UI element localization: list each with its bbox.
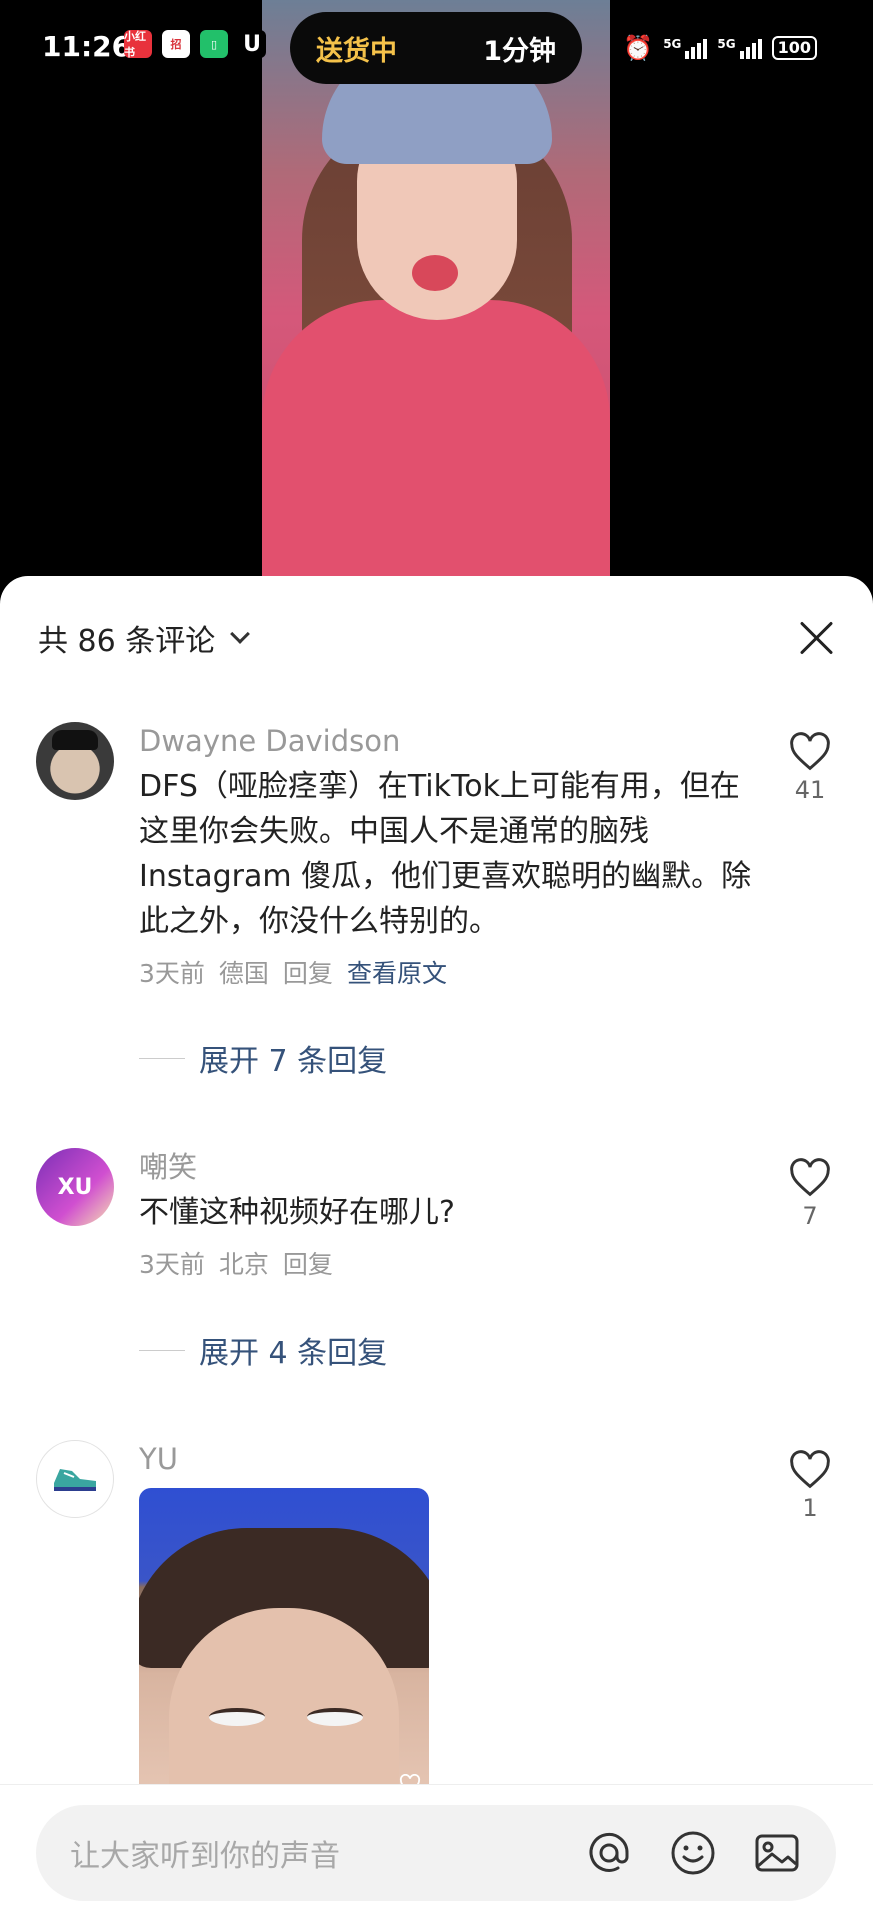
comment-meta: 3天前 北京 回复 [139, 1245, 759, 1281]
comment-text[interactable]: 不懂这种视频好在哪儿? [139, 1190, 759, 1235]
comment-input-bar: 让大家听到你的声音 [0, 1784, 873, 1920]
heart-icon [790, 1450, 830, 1489]
comment-count-dropdown[interactable]: 共 86 条评论 [38, 616, 251, 660]
comment-text[interactable]: DFS（哑脸痉挛）在TikTok上可能有用，但在这里你会失败。中国人不是通常的脑… [139, 764, 759, 944]
delivery-status: 送货中 [316, 35, 397, 67]
battery-icon: 100 [771, 36, 817, 60]
like-button[interactable]: 7 [783, 1158, 837, 1230]
comment-username[interactable]: 嘲笑 [139, 1148, 759, 1186]
comment-sheet: 共 86 条评论 Dwayne Davidson DFS（哑脸痉挛）在TikTo… [0, 576, 873, 1920]
like-count: 41 [794, 776, 826, 804]
delivery-live-activity[interactable]: 送货中 1分钟 [290, 12, 582, 84]
comment-location: 北京 [218, 1250, 269, 1279]
comment-sheet-header: 共 86 条评论 [38, 608, 835, 668]
like-count: 1 [802, 1494, 818, 1522]
divider [139, 1057, 185, 1059]
status-time: 11:26 [42, 30, 132, 63]
avatar[interactable] [36, 1440, 114, 1518]
status-bar: 11:26 小红书 招 ▯ U 送货中 1分钟 ⏰ 5G 5G 100 [0, 0, 873, 100]
expand-replies-label: 展开 4 条回复 [199, 1336, 388, 1371]
expand-replies-label: 展开 7 条回复 [199, 1044, 388, 1079]
mention-icon[interactable] [584, 1828, 634, 1878]
comment-username[interactable]: YU [139, 1440, 759, 1478]
view-original-link[interactable]: 查看原文 [347, 954, 447, 990]
image-eye [209, 1708, 265, 1726]
green-app-icon: ▯ [200, 30, 228, 58]
close-icon[interactable] [799, 620, 835, 656]
divider [139, 1349, 185, 1351]
reply-button[interactable]: 回复 [283, 1245, 333, 1281]
sneaker-icon [54, 1469, 96, 1491]
reply-button[interactable]: 回复 [283, 954, 333, 990]
video-tongue [412, 255, 458, 291]
comment-meta: 3天前 德国 回复 查看原文 [139, 954, 759, 990]
system-icons: ⏰ 5G 5G 100 [623, 34, 817, 62]
comment-image[interactable] [139, 1488, 429, 1798]
video-hoodie [262, 300, 610, 576]
comment-body: YU [139, 1440, 759, 1798]
image-icon[interactable] [752, 1828, 802, 1878]
heart-icon [790, 1158, 830, 1197]
expand-replies-button[interactable]: 展开 4 条回复 [139, 1328, 387, 1372]
signal-icon: 5G [663, 37, 708, 59]
like-button[interactable]: 1 [783, 1450, 837, 1522]
avatar[interactable]: XU [36, 1148, 114, 1226]
comment-body: 嘲笑 不懂这种视频好在哪儿? 3天前 北京 回复 [139, 1148, 759, 1281]
comment-body: Dwayne Davidson DFS（哑脸痉挛）在TikTok上可能有用，但在… [139, 722, 759, 990]
expand-replies-button[interactable]: 展开 7 条回复 [139, 1036, 387, 1080]
signal-icon: 5G [717, 37, 762, 59]
comment-location: 德国 [218, 959, 269, 988]
comment-count-title: 共 86 条评论 [38, 624, 216, 659]
magnet-app-icon: U [238, 30, 266, 58]
alarm-icon: ⏰ [623, 34, 654, 62]
chevron-down-icon [230, 624, 251, 644]
input-actions [584, 1828, 802, 1878]
avatar[interactable] [36, 722, 114, 800]
cmb-bank-app-icon: 招 [162, 30, 190, 58]
emoji-icon[interactable] [668, 1828, 718, 1878]
comment-input-placeholder: 让大家听到你的声音 [70, 1839, 340, 1874]
like-count: 7 [802, 1202, 818, 1230]
like-button[interactable]: 41 [783, 732, 837, 804]
notification-icons: 小红书 招 ▯ U [124, 30, 266, 59]
comment-time: 3天前 [139, 1250, 205, 1279]
comment-username[interactable]: Dwayne Davidson [139, 722, 759, 760]
comment-time: 3天前 [139, 959, 205, 988]
delivery-eta: 1分钟 [483, 35, 556, 67]
xiaohongshu-app-icon: 小红书 [124, 30, 152, 59]
image-eye [307, 1708, 363, 1726]
comment-input[interactable]: 让大家听到你的声音 [36, 1805, 836, 1901]
heart-icon [790, 732, 830, 771]
